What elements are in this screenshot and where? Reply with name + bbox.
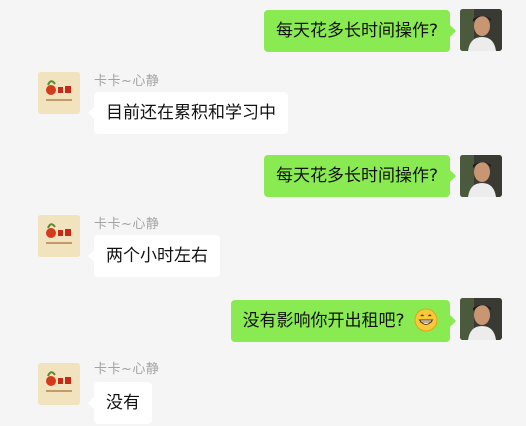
message-text: 目前还在累积和学习中 (106, 103, 276, 123)
message-bubble-outgoing[interactable]: 每天花多长时间操作? (263, 155, 457, 197)
message-text: 没有影响你开出租吧? (242, 311, 405, 331)
message-bubble-incoming[interactable]: 目前还在累积和学习中 (88, 92, 288, 134)
logo-avatar-icon (38, 215, 80, 257)
message-text: 两个小时左右 (106, 246, 208, 266)
sender-name: 卡卡~心静 (94, 362, 160, 377)
message-bubble-incoming[interactable]: 没有 (88, 382, 152, 424)
sender-name: 卡卡~心静 (94, 74, 160, 89)
contact-avatar[interactable] (38, 215, 80, 257)
my-avatar[interactable] (460, 155, 502, 197)
message-text: 没有 (106, 393, 140, 413)
message-bubble-incoming[interactable]: 两个小时左右 (88, 235, 220, 277)
logo-avatar-icon (38, 72, 80, 114)
grinning-face-emoji-icon (414, 306, 438, 348)
message-row: 没有影响你开出租吧? (0, 298, 526, 342)
message-text: 每天花多长时间操作? (275, 166, 438, 186)
contact-avatar[interactable] (38, 363, 80, 405)
sender-name: 卡卡~心静 (94, 217, 160, 232)
my-avatar[interactable] (460, 298, 502, 340)
message-row: 每天花多长时间操作? (0, 9, 526, 53)
message-row: 每天花多长时间操作? (0, 155, 526, 199)
contact-avatar[interactable] (38, 72, 80, 114)
message-row: 卡卡~心静 目前还在累积和学习中 (0, 70, 526, 136)
my-avatar[interactable] (460, 9, 502, 51)
avatar-photo-icon (460, 155, 502, 197)
avatar-photo-icon (460, 9, 502, 51)
message-bubble-outgoing[interactable]: 没有影响你开出租吧? (230, 300, 457, 342)
avatar-photo-icon (460, 298, 502, 340)
message-row: 卡卡~心静 没有 (0, 358, 526, 426)
message-row: 卡卡~心静 两个小时左右 (0, 213, 526, 279)
message-text: 每天花多长时间操作? (275, 21, 438, 41)
message-bubble-outgoing[interactable]: 每天花多长时间操作? (263, 10, 457, 52)
logo-avatar-icon (38, 363, 80, 405)
